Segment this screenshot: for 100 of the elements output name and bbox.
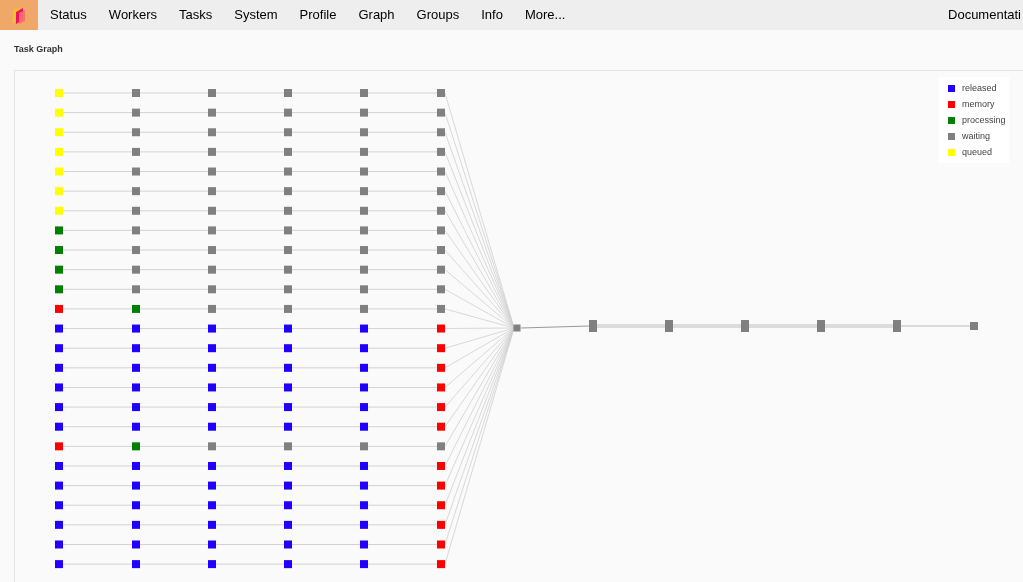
task-node[interactable] [132,461,140,470]
task-node[interactable] [437,501,445,510]
task-node[interactable] [284,363,292,372]
task-node[interactable] [132,206,140,215]
task-node[interactable] [437,226,445,235]
task-node[interactable] [360,363,368,372]
nav-link[interactable]: Profile [288,0,348,30]
task-node[interactable] [208,481,216,490]
task-node[interactable] [360,540,368,549]
nav-link[interactable]: Workers [97,0,168,30]
task-node[interactable] [741,320,749,332]
task-node[interactable] [437,147,445,156]
task-node[interactable] [55,187,63,196]
task-node[interactable] [360,108,368,117]
task-node[interactable] [437,520,445,529]
task-node[interactable] [284,246,292,255]
task-node[interactable] [284,461,292,470]
nav-link[interactable]: More... [513,0,577,30]
task-node[interactable] [284,187,292,196]
task-node[interactable] [208,383,216,392]
task-node[interactable] [208,265,216,274]
task-node[interactable] [437,304,445,313]
task-node[interactable] [132,442,140,451]
nav-link[interactable]: Groups [405,0,471,30]
task-node[interactable] [208,108,216,117]
task-node[interactable] [208,246,216,255]
task-node[interactable] [132,403,140,412]
task-node[interactable] [284,265,292,274]
task-node[interactable] [360,461,368,470]
task-node[interactable] [437,108,445,117]
task-node[interactable] [55,285,63,294]
task-node[interactable] [970,322,978,330]
logo-icon[interactable] [0,0,38,30]
task-node[interactable] [284,206,292,215]
task-node[interactable] [132,128,140,137]
task-node[interactable] [284,442,292,451]
task-node[interactable] [437,422,445,431]
task-node[interactable] [360,226,368,235]
task-node[interactable] [208,501,216,510]
task-node[interactable] [208,167,216,176]
task-node[interactable] [55,246,63,255]
task-node[interactable] [208,147,216,156]
task-node[interactable] [55,344,63,353]
task-node[interactable] [437,344,445,353]
task-node[interactable] [437,383,445,392]
task-node[interactable] [589,320,597,332]
task-node[interactable] [132,501,140,510]
task-node[interactable] [55,481,63,490]
task-node[interactable] [55,403,63,412]
task-node[interactable] [893,320,901,332]
task-node[interactable] [208,442,216,451]
task-node[interactable] [208,344,216,353]
task-node[interactable] [513,324,521,332]
task-node[interactable] [132,481,140,490]
task-node[interactable] [360,89,368,97]
task-node[interactable] [360,147,368,156]
task-node[interactable] [55,304,63,313]
task-node[interactable] [132,363,140,372]
task-node[interactable] [360,520,368,529]
task-node[interactable] [665,320,673,332]
task-node[interactable] [284,304,292,313]
task-node[interactable] [55,383,63,392]
task-node[interactable] [55,422,63,431]
nav-link[interactable]: Documentati [948,0,1021,30]
task-node[interactable] [817,320,825,332]
task-node[interactable] [132,147,140,156]
task-node[interactable] [208,128,216,137]
task-node[interactable] [132,520,140,529]
task-node[interactable] [360,246,368,255]
task-node[interactable] [132,285,140,294]
task-node[interactable] [437,285,445,294]
task-node[interactable] [437,442,445,451]
task-node[interactable] [284,128,292,137]
task-node[interactable] [132,422,140,431]
task-node[interactable] [132,108,140,117]
task-node[interactable] [360,560,368,569]
task-node[interactable] [208,403,216,412]
task-node[interactable] [437,560,445,569]
task-node[interactable] [360,501,368,510]
task-node[interactable] [55,501,63,510]
task-node[interactable] [208,89,216,97]
task-node[interactable] [437,128,445,137]
task-node[interactable] [284,344,292,353]
task-node[interactable] [132,304,140,313]
task-node[interactable] [132,324,140,333]
task-node[interactable] [208,540,216,549]
task-node[interactable] [360,403,368,412]
task-node[interactable] [132,167,140,176]
task-node[interactable] [55,540,63,549]
task-node[interactable] [437,461,445,470]
task-node[interactable] [208,226,216,235]
task-node[interactable] [437,265,445,274]
task-node[interactable] [132,187,140,196]
task-node[interactable] [360,324,368,333]
task-node[interactable] [284,520,292,529]
task-node[interactable] [55,147,63,156]
task-node[interactable] [360,206,368,215]
task-node[interactable] [208,187,216,196]
task-node[interactable] [437,363,445,372]
task-node[interactable] [437,246,445,255]
